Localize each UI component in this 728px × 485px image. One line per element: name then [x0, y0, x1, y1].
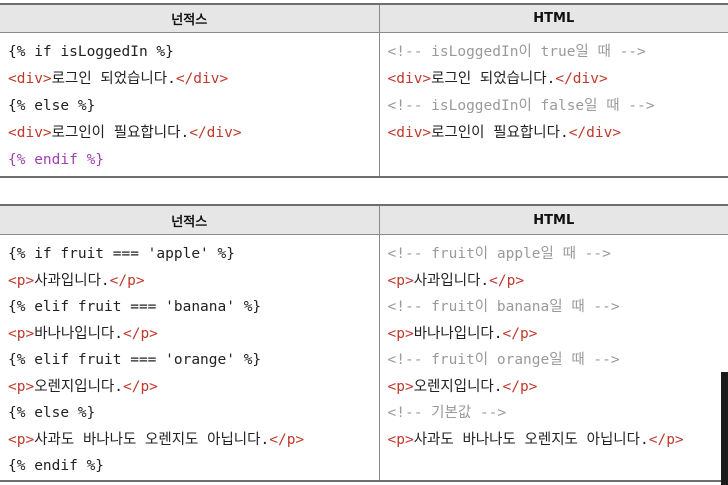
code-comment: <!-- fruit이 apple일 때 -->: [387, 246, 611, 262]
code-tag: </div>: [175, 71, 229, 87]
code-tag: </div>: [555, 71, 608, 87]
code-line: <!-- 기본값 -->: [388, 400, 728, 427]
code-text: 바나나입니다.: [413, 325, 503, 342]
code-line: <p>사과도 바나나도 오렌지도 아닙니다.</p>: [388, 427, 728, 454]
code-line: <div>로그인 되었습니다.</div>: [8, 66, 379, 93]
html-code-cell: <!-- isLoggedIn이 true일 때 --> <div>로그인 되었습…: [379, 32, 728, 178]
nunjucks-code-cell: {% if fruit === 'apple' %} <p>사과입니다.</p>{…: [0, 234, 380, 482]
code-text: 사과도 바나나도 오렌지도 아닙니다.: [34, 431, 270, 448]
code-comment: <!-- fruit이 banana일 때 -->: [387, 299, 620, 315]
scrollbar-thumb[interactable]: [721, 372, 728, 485]
code-text: 로그인 되었습니다.: [431, 71, 556, 87]
code-tag: </p>: [648, 431, 684, 448]
code-tag: <p>: [387, 272, 414, 289]
code-comment: <!-- isLoggedIn이 true일 때 -->: [387, 44, 646, 60]
code-text: 사과도 바나나도 오렌지도 아닙니다.: [413, 431, 649, 448]
code-line: {% elif fruit === 'banana' %}: [8, 294, 379, 321]
code-line: <div>로그인이 필요합니다.</div>: [388, 120, 728, 147]
header-nunjucks: 넌적스: [0, 3, 380, 33]
code-tag: </div>: [568, 125, 622, 141]
code-text: 바나나입니다.: [34, 325, 123, 342]
code-tag: <p>: [8, 272, 35, 289]
code-line: <p>사과입니다.</p>: [388, 268, 728, 295]
code-tag: </p>: [122, 378, 158, 395]
code-text: {% else %}: [8, 98, 96, 114]
code-text: 로그인이 필요합니다.: [51, 125, 190, 141]
code-line: <p>오렌지입니다.</p>: [8, 374, 379, 401]
code-line: <div>로그인이 필요합니다.</div>: [8, 120, 379, 147]
code-tag: </p>: [122, 325, 158, 342]
code-line: <!-- fruit이 apple일 때 -->: [388, 241, 728, 268]
code-tag: <div>: [387, 125, 432, 141]
code-comment: <!-- 기본값 -->: [387, 405, 507, 421]
code-line: <!-- isLoggedIn이 false일 때 -->: [388, 93, 728, 120]
code-line: <!-- isLoggedIn이 true일 때 -->: [388, 39, 728, 66]
html-code-cell: <!-- fruit이 apple일 때 --> <p>사과입니다.</p> <!-…: [379, 234, 728, 482]
code-line: {% else %}: [8, 400, 379, 427]
code-tag: </p>: [502, 378, 538, 395]
code-tag: </p>: [489, 272, 525, 289]
code-line: {% endif %}: [8, 453, 379, 480]
code-line: {% if fruit === 'apple' %}: [8, 241, 379, 268]
code-tag: </div>: [189, 125, 242, 141]
code-tag: <div>: [8, 125, 52, 141]
code-text: 오렌지입니다.: [413, 378, 503, 395]
code-text: {% endif %}: [8, 458, 105, 474]
header-html: HTML: [379, 204, 728, 235]
code-line: <p>사과입니다.</p>: [8, 268, 379, 295]
code-line: <p>바나나입니다.</p>: [8, 321, 379, 348]
code-line: <div>로그인 되었습니다.</div>: [388, 66, 728, 93]
nunjucks-code-cell: {% if isLoggedIn %} <div>로그인 되었습니다.</div>…: [0, 32, 380, 178]
code-tag: <p>: [387, 431, 414, 448]
table-row: {% if isLoggedIn %} <div>로그인 되었습니다.</div>…: [0, 32, 728, 178]
code-text: 로그인 되었습니다.: [51, 71, 176, 87]
code-tag: </p>: [502, 325, 538, 342]
code-tag: <p>: [387, 378, 414, 395]
nunjucks-code: {% if fruit === 'apple' %} <p>사과입니다.</p>{…: [8, 241, 379, 480]
html-code: <!-- isLoggedIn이 true일 때 --> <div>로그인 되었습…: [388, 39, 728, 147]
code-text: {% elif fruit === 'orange' %}: [8, 352, 262, 368]
code-text: {% endif %}: [8, 152, 105, 168]
code-line: <!-- fruit이 orange일 때 -->: [388, 347, 728, 374]
code-text: 사과입니다.: [34, 272, 110, 289]
code-comment: <!-- isLoggedIn이 false일 때 -->: [387, 98, 655, 114]
code-line: <p>오렌지입니다.</p>: [388, 374, 728, 401]
code-comment: <!-- fruit이 orange일 때 -->: [387, 352, 620, 368]
header-nunjucks: 넌적스: [0, 204, 380, 235]
code-line: <!-- fruit이 banana일 때 -->: [388, 294, 728, 321]
code-tag: </p>: [109, 272, 145, 289]
code-tag: <p>: [387, 325, 414, 342]
code-tag: <p>: [8, 325, 35, 342]
document-page: 넌적스 HTML {% if isLoggedIn %} <div>로그인 되었습…: [0, 0, 728, 485]
code-line: {% endif %}: [8, 147, 379, 174]
header-html: HTML: [379, 3, 728, 33]
table-header-row: 넌적스 HTML: [0, 3, 728, 33]
code-text: {% elif fruit === 'banana' %}: [8, 299, 262, 315]
code-line: {% elif fruit === 'orange' %}: [8, 347, 379, 374]
code-line: <p>바나나입니다.</p>: [388, 321, 728, 348]
table-header-row: 넌적스 HTML: [0, 204, 728, 235]
code-tag: <p>: [8, 431, 35, 448]
code-text: {% if fruit === 'apple' %}: [8, 246, 235, 262]
html-code: <!-- fruit이 apple일 때 --> <p>사과입니다.</p> <!-…: [388, 241, 728, 453]
code-tag: <p>: [8, 378, 35, 395]
if-else-table: 넌적스 HTML {% if isLoggedIn %} <div>로그인 되었습…: [0, 3, 728, 178]
code-text: {% if isLoggedIn %}: [8, 44, 174, 60]
code-tag: </p>: [269, 431, 305, 448]
code-text: 오렌지입니다.: [34, 378, 123, 395]
code-text: {% else %}: [8, 405, 96, 421]
code-line: <p>사과도 바나나도 오렌지도 아닙니다.</p>: [8, 427, 379, 454]
code-line: {% if isLoggedIn %}: [8, 39, 379, 66]
code-text: 사과입니다.: [413, 272, 490, 289]
if-elif-table: 넌적스 HTML {% if fruit === 'apple' %} <p>사과…: [0, 204, 728, 482]
code-tag: <div>: [387, 71, 432, 87]
code-line: {% else %}: [8, 93, 379, 120]
code-tag: <div>: [8, 71, 52, 87]
nunjucks-code: {% if isLoggedIn %} <div>로그인 되었습니다.</div>…: [8, 39, 379, 174]
code-text: 로그인이 필요합니다.: [431, 125, 569, 141]
table-row: {% if fruit === 'apple' %} <p>사과입니다.</p>{…: [0, 234, 728, 482]
